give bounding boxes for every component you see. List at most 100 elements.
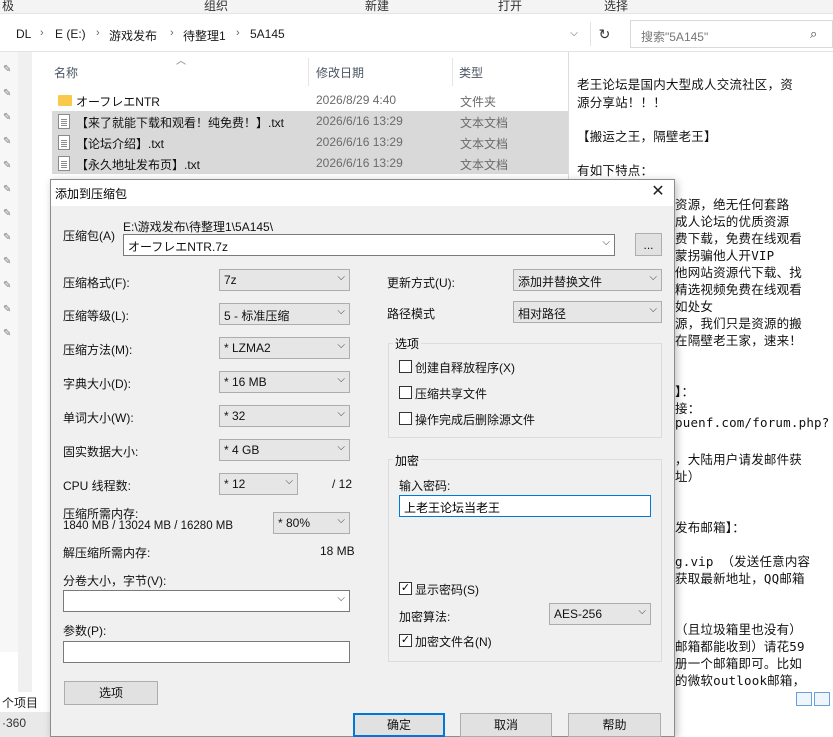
- notepad-line: 的微软outlook邮箱，: [675, 673, 806, 688]
- cpu-select[interactable]: * 12 ⌵: [219, 473, 298, 495]
- breadcrumb-dl[interactable]: DL: [16, 27, 31, 41]
- column-divider[interactable]: [308, 58, 309, 86]
- params-input[interactable]: [63, 641, 350, 663]
- options-button[interactable]: 选项: [64, 681, 158, 705]
- chevron-down-icon[interactable]: ⌵: [566, 26, 582, 42]
- level-select[interactable]: 5 - 标准压缩 ⌵: [219, 303, 350, 325]
- ribbon-organize[interactable]: 组织: [204, 0, 228, 14]
- folder-icon: [58, 95, 72, 106]
- cpu-label: CPU 线程数:: [63, 479, 132, 493]
- format-select[interactable]: 7z ⌵: [219, 269, 350, 291]
- chevron-down-icon: ⌵: [337, 272, 345, 283]
- file-row[interactable]: 【论坛介绍】.txt 2026/6/16 13:29 文本文档: [52, 132, 572, 153]
- ok-button[interactable]: 确定: [353, 713, 445, 737]
- method-select[interactable]: * LZMA2 ⌵: [219, 337, 350, 359]
- details-view-icon[interactable]: [796, 692, 812, 706]
- breadcrumb-folder-2[interactable]: 待整理1: [183, 27, 226, 44]
- solid-select[interactable]: * 4 GB ⌵: [219, 439, 350, 461]
- file-name: 【永久地址发布页】.txt: [76, 158, 201, 172]
- cancel-button[interactable]: 取消: [460, 713, 552, 737]
- dict-value: * 16 MB: [224, 375, 267, 389]
- pin-icon: ✎: [3, 208, 12, 219]
- notepad-line: 老王论坛是国内大型成人交流社区，资: [577, 77, 793, 92]
- shared-checkbox-label[interactable]: 压缩共享文件: [415, 385, 487, 402]
- breadcrumb-drive[interactable]: E (E:): [55, 27, 86, 41]
- notepad-line: 源分享站！！！: [577, 95, 666, 110]
- encrypt-names-checkbox[interactable]: ✓: [399, 634, 412, 647]
- chevron-down-icon: ⌵: [649, 272, 657, 283]
- nav-scrollbar[interactable]: [18, 52, 32, 692]
- pin-icon: ✎: [3, 328, 12, 339]
- chevron-down-icon: ⌵: [337, 374, 345, 385]
- mem-select[interactable]: * 80% ⌵: [273, 512, 350, 534]
- word-select[interactable]: * 32 ⌵: [219, 405, 350, 427]
- file-row[interactable]: 【来了就能下载和观看！纯免费！】.txt 2026/6/16 13:29 文本文…: [52, 111, 572, 132]
- column-date[interactable]: 修改日期: [316, 64, 364, 81]
- volume-combo[interactable]: ⌵: [63, 590, 350, 612]
- address-bar[interactable]: DL › E (E:) › 游戏发布 › 待整理1 › 5A145 ⌵ ↻ 搜索…: [0, 16, 833, 52]
- chevron-right-icon: ›: [96, 27, 100, 39]
- dict-select[interactable]: * 16 MB ⌵: [219, 371, 350, 393]
- chevron-down-icon: ⌵: [337, 515, 345, 526]
- column-name[interactable]: 名称: [54, 64, 78, 81]
- shared-checkbox[interactable]: [399, 386, 412, 399]
- ribbon-open[interactable]: 打开: [498, 0, 522, 14]
- format-label: 压缩格式(F):: [63, 276, 130, 290]
- file-row[interactable]: 【永久地址发布页】.txt 2026/6/16 13:29 文本文档: [52, 153, 572, 174]
- refresh-icon[interactable]: ↻: [590, 22, 618, 46]
- solid-label: 固实数据大小:: [63, 445, 139, 459]
- view-toggle[interactable]: [796, 692, 832, 710]
- file-name: 【来了就能下载和观看！纯免费！】.txt: [76, 116, 285, 130]
- chevron-down-icon[interactable]: ⌵: [602, 237, 610, 248]
- dict-label: 字典大小(D):: [63, 377, 131, 391]
- delete-checkbox[interactable]: [399, 412, 412, 425]
- help-button[interactable]: 帮助: [568, 713, 661, 737]
- archive-name-combo[interactable]: オーフレエNTR.7z ⌵: [123, 234, 615, 256]
- mem-detail: 1840 MB / 13024 MB / 16280 MB: [63, 520, 234, 532]
- enc-method-select[interactable]: AES-256 ⌵: [549, 603, 651, 625]
- breadcrumb-folder-1[interactable]: 游戏发布: [109, 27, 157, 44]
- ribbon-select[interactable]: 选择: [604, 0, 628, 14]
- notepad-line: 有如下特点：: [577, 163, 654, 178]
- large-icons-view-icon[interactable]: [814, 692, 830, 706]
- close-icon[interactable]: ✕: [648, 182, 668, 202]
- add-to-archive-dialog: 添加到压缩包 ✕ 压缩包(A) E:\游戏发布\待整理1\5A145\ オーフレ…: [50, 179, 675, 737]
- ribbon-item-left[interactable]: 极: [2, 0, 14, 14]
- pin-icon: ✎: [3, 256, 12, 267]
- sfx-checkbox[interactable]: [399, 360, 412, 373]
- volume-label: 分卷大小，字节(V):: [63, 574, 167, 588]
- show-password-label[interactable]: 显示密码(S): [415, 581, 479, 598]
- notepad-line: puenf.com/forum.php?: [675, 415, 830, 430]
- word-label: 单词大小(W):: [63, 411, 134, 425]
- pin-icon: ✎: [3, 280, 12, 291]
- column-divider[interactable]: [452, 58, 453, 86]
- file-name: 【论坛介绍】.txt: [76, 137, 165, 151]
- notepad-line: 在隔壁老王家，速来！: [675, 333, 803, 348]
- password-input[interactable]: 上老王论坛当老王: [399, 495, 651, 517]
- chevron-down-icon[interactable]: ⌵: [337, 593, 345, 604]
- file-date: 2026/6/16 13:29: [316, 114, 403, 128]
- notepad-line: 【搬运之王，隔壁老王】: [577, 129, 717, 144]
- breadcrumb-folder-3[interactable]: 5A145: [250, 27, 285, 41]
- notepad-line: 址）: [675, 469, 701, 484]
- ribbon-new[interactable]: 新建: [365, 0, 389, 14]
- search-input[interactable]: 搜索"5A145": [630, 20, 833, 48]
- path-select[interactable]: 相对路径 ⌵: [513, 301, 662, 323]
- chevron-right-icon: ›: [170, 27, 174, 39]
- pin-icon: ✎: [3, 184, 12, 195]
- search-icon[interactable]: ⌕: [810, 26, 825, 42]
- pin-icon: ✎: [3, 136, 12, 147]
- encrypt-names-label[interactable]: 加密文件名(N): [415, 633, 492, 650]
- sfx-checkbox-label[interactable]: 创建自释放程序(X): [415, 359, 515, 376]
- show-password-checkbox[interactable]: ✓: [399, 582, 412, 595]
- path-value: 相对路径: [518, 307, 567, 321]
- browse-button[interactable]: ...: [635, 233, 662, 256]
- taskbar-label[interactable]: ·360: [2, 716, 26, 730]
- delete-checkbox-label[interactable]: 操作完成后删除源文件: [415, 411, 535, 428]
- dialog-titlebar[interactable]: 添加到压缩包 ✕: [51, 180, 674, 206]
- file-type: 文本文档: [460, 137, 509, 151]
- text-file-icon: [58, 114, 70, 129]
- update-select[interactable]: 添加并替换文件 ⌵: [513, 269, 662, 291]
- file-row[interactable]: オーフレエNTR 2026/8/29 4:40 文件夹: [52, 90, 572, 111]
- column-type[interactable]: 类型: [459, 64, 483, 81]
